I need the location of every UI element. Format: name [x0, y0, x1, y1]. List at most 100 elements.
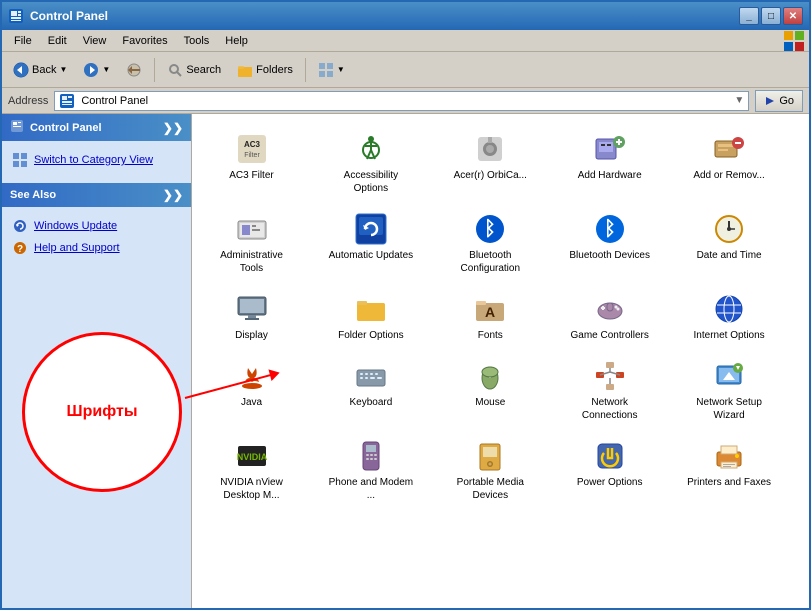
windows-update-icon — [12, 218, 28, 234]
portable-media-icon — [474, 440, 506, 472]
help-support-link[interactable]: ? Help and Support — [12, 237, 181, 259]
windows-update-link[interactable]: Windows Update — [12, 215, 181, 237]
see-also-header: See Also ❯❯ — [2, 183, 191, 207]
keyboard-label: Keyboard — [349, 396, 392, 409]
bluetooth-config-item[interactable]: ᛒ Bluetooth Configuration — [443, 206, 538, 282]
panel1-collapse-button[interactable]: ❯❯ — [163, 121, 183, 135]
bluetooth-devices-item[interactable]: ᛒ Bluetooth Devices — [562, 206, 657, 282]
display-item[interactable]: Display — [204, 286, 299, 349]
mouse-item[interactable]: Mouse — [443, 353, 538, 429]
accessibility-options-item[interactable]: Accessibility Options — [323, 126, 418, 202]
phone-modem-label: Phone and Modem ... — [328, 476, 413, 502]
svg-text:NVIDIA: NVIDIA — [236, 452, 267, 462]
see-also-header-title: See Also — [10, 189, 163, 201]
toolbar: Back ▼ ▼ Search — [2, 52, 809, 88]
window-title: Control Panel — [30, 9, 739, 23]
folder-options-icon — [355, 293, 387, 325]
views-dropdown-arrow[interactable]: ▼ — [337, 65, 345, 74]
portable-media-label: Portable Media Devices — [448, 476, 533, 502]
forward-button[interactable]: ▼ — [76, 58, 117, 82]
address-dropdown-arrow[interactable]: ▼ — [734, 95, 744, 106]
add-hardware-item[interactable]: Add Hardware — [562, 126, 657, 202]
fonts-label: Fonts — [478, 329, 503, 342]
see-also-body: Windows Update ? Help and Support — [2, 207, 191, 267]
icons-grid: AC3 Filter AC3 Filter — [200, 122, 801, 513]
panel2-collapse-button[interactable]: ❯❯ — [163, 188, 183, 202]
switch-category-label: Switch to Category View — [34, 154, 153, 166]
acer-item[interactable]: Acer(r) OrbiCa... — [443, 126, 538, 202]
add-remove-item[interactable]: Add or Remov... — [682, 126, 777, 202]
game-controllers-label: Game Controllers — [571, 329, 649, 342]
address-bar: Address Control Panel ▼ Go — [2, 88, 809, 114]
svg-text:Filter: Filter — [244, 152, 260, 159]
menu-tools[interactable]: Tools — [176, 33, 218, 49]
folders-button[interactable]: Folders — [230, 58, 300, 82]
windows-logo-icon — [783, 30, 805, 52]
automatic-updates-icon — [355, 213, 387, 245]
help-support-icon: ? — [12, 240, 28, 256]
address-label: Address — [8, 95, 48, 107]
network-setup-item[interactable]: Network Setup Wizard — [682, 353, 777, 429]
folder-options-item[interactable]: Folder Options — [323, 286, 418, 349]
close-button[interactable]: ✕ — [783, 7, 803, 25]
folders-icon — [237, 62, 253, 78]
acer-icon — [474, 133, 506, 165]
portable-media-item[interactable]: Portable Media Devices — [443, 433, 538, 509]
printers-faxes-item[interactable]: Printers and Faxes — [682, 433, 777, 509]
back-button[interactable]: Back ▼ — [6, 58, 74, 82]
display-icon — [236, 293, 268, 325]
fonts-icon: A — [474, 293, 506, 325]
svg-text:ᛒ: ᛒ — [484, 218, 496, 240]
history-button[interactable] — [119, 58, 149, 82]
keyboard-item[interactable]: Keyboard — [323, 353, 418, 429]
automatic-updates-label: Automatic Updates — [329, 249, 414, 262]
back-dropdown-arrow[interactable]: ▼ — [59, 65, 67, 74]
menu-help[interactable]: Help — [217, 33, 256, 49]
menu-bar: File Edit View Favorites Tools Help — [2, 30, 809, 52]
network-connections-item[interactable]: Network Connections — [562, 353, 657, 429]
admin-tools-icon — [236, 213, 268, 245]
bluetooth-config-label: Bluetooth Configuration — [448, 249, 533, 275]
acer-label: Acer(r) OrbiCa... — [454, 169, 527, 182]
nvidia-icon: NVIDIA — [236, 440, 268, 472]
minimize-button[interactable]: _ — [739, 7, 759, 25]
views-button[interactable]: ▼ — [311, 58, 352, 82]
java-item[interactable]: Java — [204, 353, 299, 429]
menu-favorites[interactable]: Favorites — [114, 33, 175, 49]
menu-view[interactable]: View — [75, 33, 115, 49]
date-time-item[interactable]: Date and Time — [682, 206, 777, 282]
menu-edit[interactable]: Edit — [40, 33, 75, 49]
admin-tools-item[interactable]: Administrative Tools — [204, 206, 299, 282]
search-label: Search — [186, 64, 221, 76]
control-panel-address-icon — [59, 93, 75, 109]
go-button[interactable]: Go — [755, 90, 803, 112]
network-connections-label: Network Connections — [567, 396, 652, 422]
date-time-label: Date and Time — [697, 249, 762, 262]
network-connections-icon — [594, 360, 626, 392]
internet-options-item[interactable]: Internet Options — [682, 286, 777, 349]
help-support-label: Help and Support — [34, 242, 120, 254]
nvidia-item[interactable]: NVIDIA NVIDIA nView Desktop M... — [204, 433, 299, 509]
admin-tools-label: Administrative Tools — [209, 249, 294, 275]
network-setup-label: Network Setup Wizard — [687, 396, 772, 422]
menu-file[interactable]: File — [6, 33, 40, 49]
fonts-item[interactable]: A Fonts — [443, 286, 538, 349]
control-panel-header-icon — [10, 119, 24, 136]
content-area[interactable]: AC3 Filter AC3 Filter — [192, 114, 809, 610]
svg-text:?: ? — [17, 244, 23, 255]
address-input[interactable]: Control Panel ▼ — [54, 91, 749, 111]
back-icon — [13, 62, 29, 78]
search-button[interactable]: Search — [160, 58, 228, 82]
automatic-updates-item[interactable]: Automatic Updates — [323, 206, 418, 282]
maximize-button[interactable]: □ — [761, 7, 781, 25]
game-controllers-item[interactable]: Game Controllers — [562, 286, 657, 349]
switch-category-view-link[interactable]: Switch to Category View — [12, 149, 181, 171]
ac3-filter-item[interactable]: AC3 Filter AC3 Filter — [204, 126, 299, 202]
phone-modem-item[interactable]: Phone and Modem ... — [323, 433, 418, 509]
printers-faxes-label: Printers and Faxes — [687, 476, 771, 489]
left-panel: Control Panel ❯❯ Switch to Category View — [2, 114, 192, 610]
forward-dropdown-arrow[interactable]: ▼ — [102, 65, 110, 74]
accessibility-options-icon — [355, 133, 387, 165]
java-label: Java — [241, 396, 262, 409]
power-options-item[interactable]: Power Options — [562, 433, 657, 509]
